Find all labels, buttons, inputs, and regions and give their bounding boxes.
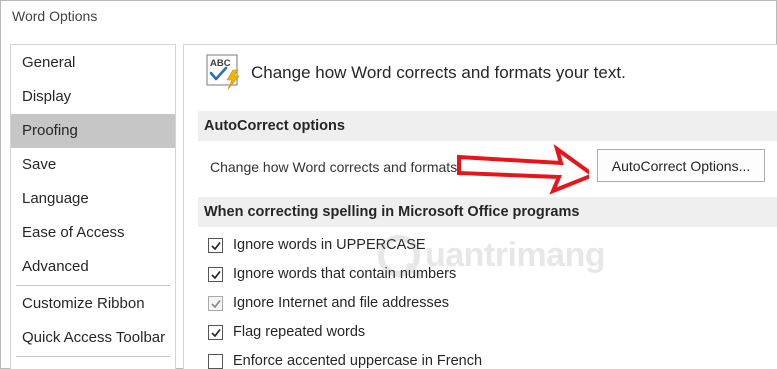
sidebar-nav: General Display Proofing Save Language E… [10, 44, 176, 369]
sidebar-item-customize-ribbon[interactable]: Customize Ribbon [11, 287, 175, 321]
sidebar-item-display[interactable]: Display [11, 80, 175, 114]
checkbox-unchecked[interactable] [208, 354, 223, 369]
watermark-text: uantrimang [425, 236, 606, 274]
autocorrect-options-button[interactable]: AutoCorrect Options... [597, 149, 765, 182]
checkmark-icon [211, 270, 221, 280]
quantrimang-watermark: uantrimang [376, 231, 606, 281]
sidebar-item-ease-of-access[interactable]: Ease of Access [11, 216, 175, 250]
checkbox-checked[interactable] [208, 267, 223, 282]
abc-icon-text: ABC [210, 58, 231, 69]
proofing-panel: ABC Change how Word corrects and formats… [183, 44, 777, 369]
sidebar-item-advanced[interactable]: Advanced [11, 250, 175, 284]
checkmark-icon [211, 299, 221, 309]
option-label: Flag repeated words [233, 324, 366, 340]
sidebar-item-save[interactable]: Save [11, 148, 175, 182]
sidebar-item-proofing[interactable]: Proofing [11, 114, 175, 148]
proofing-heading: Change how Word corrects and formats you… [251, 63, 626, 82]
option-label: Ignore Internet and file addresses [233, 295, 450, 311]
checkbox-checked-disabled [208, 296, 223, 311]
word-options-dialog: Word Options General Display Proofing Sa… [0, 0, 777, 369]
checkmark-icon [211, 328, 221, 338]
sidebar-divider [16, 285, 170, 286]
spelling-section-header: When correcting spelling in Microsoft Of… [198, 197, 777, 227]
watermark-logo-icon [378, 235, 422, 279]
title-bar: Word Options [1, 1, 776, 35]
checkbox-checked[interactable] [208, 238, 223, 253]
sidebar-item-quick-access-toolbar[interactable]: Quick Access Toolbar [11, 321, 175, 355]
abc-checkmark-lightning-icon: ABC [206, 54, 240, 90]
sidebar-divider [16, 356, 170, 357]
option-label: Enforce accented uppercase in French [233, 353, 483, 369]
checkmark-icon [211, 241, 221, 251]
sidebar-item-general[interactable]: General [11, 46, 175, 80]
dialog-title: Word Options [12, 8, 98, 24]
checkbox-checked[interactable] [208, 325, 223, 340]
sidebar-item-language[interactable]: Language [11, 182, 175, 216]
red-arrow-annotation-icon [457, 143, 589, 195]
